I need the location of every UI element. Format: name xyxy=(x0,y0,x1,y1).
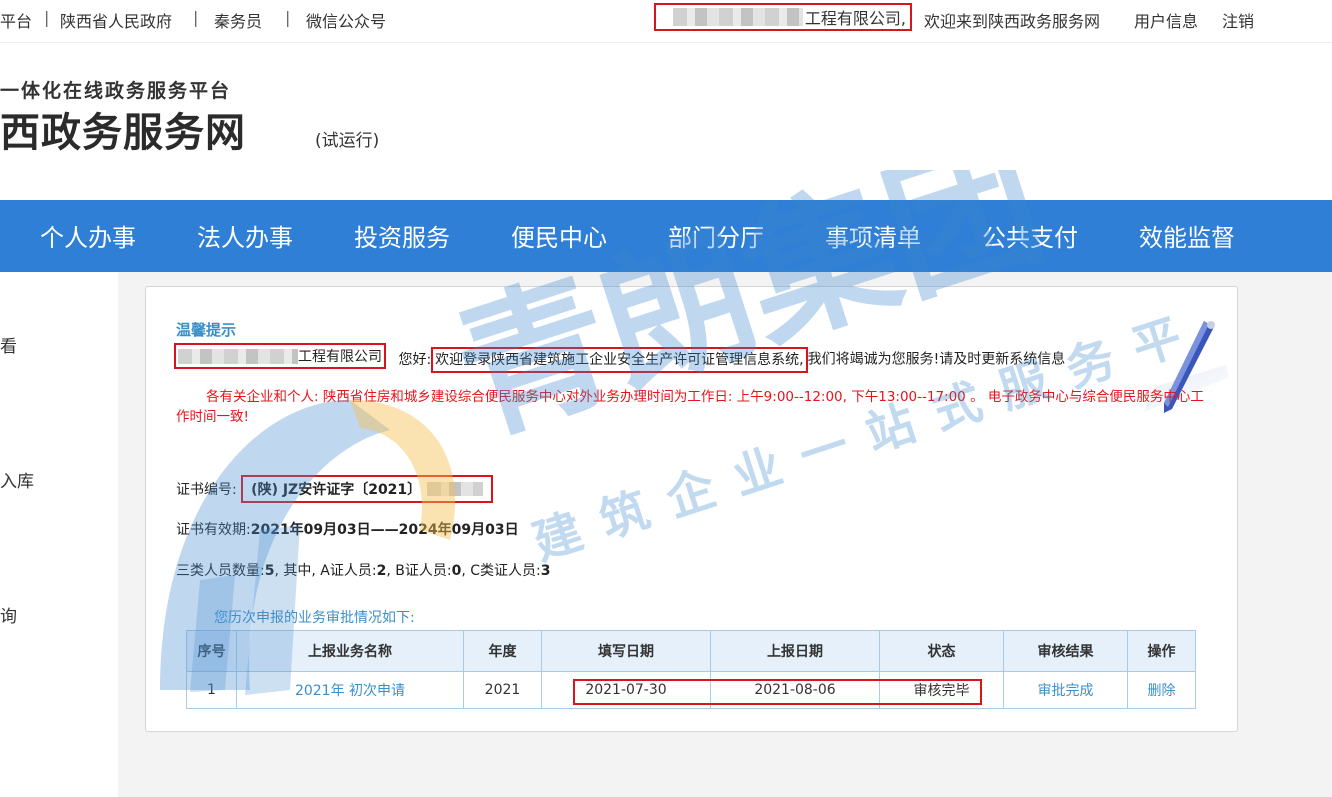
col-header-year: 年度 xyxy=(463,630,542,672)
separator: | xyxy=(285,8,291,27)
cell-index: 1 xyxy=(186,671,237,709)
col-header-result: 审核结果 xyxy=(1003,630,1128,672)
counts-a-label: , 其中, A证人员: xyxy=(274,563,377,579)
trial-label: (试运行) xyxy=(315,131,380,151)
nav-item-personal[interactable]: 个人办事 xyxy=(40,218,136,253)
counts-total: 5 xyxy=(264,563,275,579)
col-header-status: 状态 xyxy=(879,630,1004,672)
service-note: 我们将竭诚为您服务!请及时更新系统信息 xyxy=(807,351,1066,368)
nav-item-supervision[interactable]: 效能监督 xyxy=(1139,218,1235,253)
separator: | xyxy=(193,8,199,27)
validity-row: 证书有效期:2021年09月03日——2024年09月03日 xyxy=(176,519,519,539)
personnel-counts-row: 三类人员数量:5, 其中, A证人员:2, B证人员:0, C类证人员:3 xyxy=(176,560,550,580)
top-bar: 平台 | 陕西省人民政府 | 秦务员 | 微信公众号 工程有限公司, 欢迎来到陕… xyxy=(0,0,1332,38)
col-header-fill-date: 填写日期 xyxy=(541,630,711,672)
sidebar-item-storage[interactable]: 入库 xyxy=(0,467,34,492)
validity-value: 2021年09月03日——2024年09月03日 xyxy=(250,522,519,538)
delete-link[interactable]: 删除 xyxy=(1127,671,1196,709)
topbar-divider xyxy=(0,42,1332,43)
redacted-cert-number xyxy=(427,482,484,496)
counts-label: 三类人员数量: xyxy=(176,563,265,579)
col-header-name: 上报业务名称 xyxy=(236,630,464,672)
system-welcome-highlight: 欢迎登录陕西省建筑施工企业安全生产许可证管理信息系统, xyxy=(431,346,808,373)
cert-number-value: (陕) JZ安许证字〔2021〕 xyxy=(251,482,422,498)
col-header-index: 序号 xyxy=(186,630,237,672)
logout-link[interactable]: 注销 xyxy=(1222,8,1254,32)
left-sidebar: 看 入库 询 xyxy=(0,272,118,797)
sidebar-item-query[interactable]: 询 xyxy=(0,602,17,627)
validity-label: 证书有效期: xyxy=(176,522,251,538)
counts-b-value: 0 xyxy=(451,563,462,579)
provincial-gov-link[interactable]: 陕西省人民政府 xyxy=(60,8,172,32)
greeting-text: 您好: xyxy=(398,351,432,368)
nav-item-payment[interactable]: 公共支付 xyxy=(982,218,1078,253)
counts-b-label: , B证人员: xyxy=(386,563,452,579)
cell-status: 审核完毕 xyxy=(879,671,1004,709)
platform-link[interactable]: 平台 xyxy=(0,8,32,32)
company-name-highlight: 工程有限公司 xyxy=(174,343,386,369)
tip-title: 温馨提示 xyxy=(176,321,237,339)
cert-number-label: 证书编号: xyxy=(176,482,237,498)
wechat-link[interactable]: 微信公众号 xyxy=(306,8,386,32)
redacted-company-name xyxy=(178,348,298,364)
nav-item-investment[interactable]: 投资服务 xyxy=(354,218,450,253)
info-panel: 温馨提示 工程有限公司 您好: 欢迎登录陕西省建筑施工企业安全生产许可证管理信息系… xyxy=(145,286,1238,732)
history-title: 您历次申报的业务审批情况如下: xyxy=(214,610,415,626)
cell-year: 2021 xyxy=(463,671,542,709)
counts-c-value: 3 xyxy=(540,563,551,579)
cert-number-row: 证书编号: (陕) JZ安许证字〔2021〕 xyxy=(176,475,494,503)
nav-item-convenience[interactable]: 便民中心 xyxy=(511,218,607,253)
col-header-action: 操作 xyxy=(1127,630,1196,672)
site-title[interactable]: 西政务服务网 xyxy=(0,100,246,158)
table-row: 1 2021年 初次申请 2021 2021-07-30 2021-08-06 … xyxy=(186,671,1196,709)
nav-item-legal[interactable]: 法人办事 xyxy=(197,218,293,253)
cell-result-link[interactable]: 审批完成 xyxy=(1003,671,1128,709)
table-header-row: 序号 上报业务名称 年度 填写日期 上报日期 状态 审核结果 操作 xyxy=(186,630,1196,672)
sidebar-item-view[interactable]: 看 xyxy=(0,332,17,357)
cell-submit-date: 2021-08-06 xyxy=(710,671,880,709)
qinwuyuan-link[interactable]: 秦务员 xyxy=(214,8,262,32)
nav-item-item-list[interactable]: 事项清单 xyxy=(825,218,921,253)
site-subtitle: 一体化在线政务服务平台 xyxy=(0,80,232,102)
redacted-company-name xyxy=(672,8,803,26)
cert-number-highlight: (陕) JZ安许证字〔2021〕 xyxy=(241,475,494,503)
welcome-text: 欢迎来到陕西政务服务网 xyxy=(924,12,1101,31)
counts-c-label: , C类证人员: xyxy=(461,563,541,579)
company-name-suffix: 工程有限公司 xyxy=(298,349,382,365)
main-nav: 个人办事 法人办事 投资服务 便民中心 部门分厅 事项清单 公共支付 效能监督 xyxy=(0,200,1332,272)
counts-a-value: 2 xyxy=(376,563,387,579)
company-name-highlight: 工程有限公司, xyxy=(654,3,912,31)
nav-item-departments[interactable]: 部门分厅 xyxy=(668,218,764,253)
service-hours-notice: 各有关企业和个人: 陕西省住房和城乡建设综合便民服务中心对外业务办理时间为工作日… xyxy=(176,389,1204,425)
company-name-suffix: 工程有限公司, xyxy=(804,9,906,28)
user-info-link[interactable]: 用户信息 xyxy=(1134,8,1198,32)
separator: | xyxy=(44,8,50,27)
cell-fill-date: 2021-07-30 xyxy=(541,671,711,709)
cell-business-name-link[interactable]: 2021年 初次申请 xyxy=(236,671,464,709)
greeting-line: 工程有限公司 您好: 欢迎登录陕西省建筑施工企业安全生产许可证管理信息系统, 我们将… xyxy=(174,343,1065,373)
col-header-submit-date: 上报日期 xyxy=(710,630,880,672)
approval-history-table: 序号 上报业务名称 年度 填写日期 上报日期 状态 审核结果 操作 1 2021… xyxy=(186,630,1196,709)
